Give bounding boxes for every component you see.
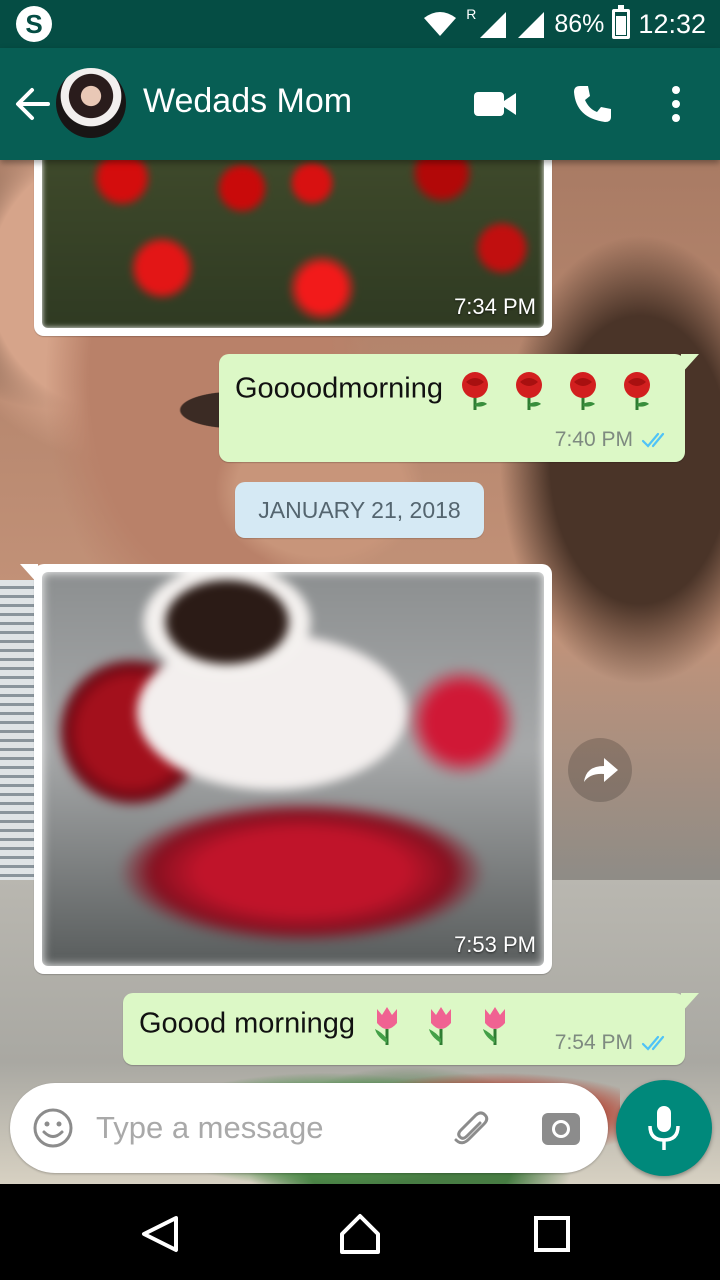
navigation-bar (0, 1184, 720, 1280)
message-text-row: Goood morningg (139, 1003, 517, 1047)
video-call-icon[interactable] (470, 84, 522, 124)
wifi-icon (424, 12, 457, 36)
outgoing-message[interactable]: Goooodmorning 7:40 PM (219, 354, 699, 462)
message-time: 7:54 PM (554, 1031, 633, 1054)
message-text: Goood morningg (139, 1007, 356, 1040)
forward-button[interactable] (568, 738, 632, 802)
tulip-emoji (483, 1007, 506, 1045)
forward-icon (584, 758, 618, 782)
emoji-icon[interactable] (32, 1107, 74, 1149)
coffee-and-roses-photo[interactable] (42, 572, 544, 966)
bubble-tail (681, 993, 699, 1013)
message-meta: 7:54 PM (555, 1031, 671, 1055)
message-text: Goooodmorning (235, 372, 443, 405)
tulip-emoji (375, 1007, 398, 1045)
battery-percent: 86% (554, 9, 605, 38)
message-time: 7:34 PM (454, 294, 536, 319)
nav-back-icon[interactable] (140, 1214, 180, 1254)
status-icons: R 86% 12:32 (422, 0, 706, 48)
signal-icon (480, 12, 507, 38)
message-input[interactable] (96, 1101, 426, 1155)
image-message[interactable]: 7:34 PM (34, 160, 552, 336)
bubble-tail (20, 564, 38, 584)
contact-name[interactable]: Wedads Mom (143, 82, 352, 121)
attach-icon[interactable] (450, 1107, 494, 1151)
voice-message-button[interactable] (616, 1080, 712, 1176)
message-time: 7:40 PM (554, 428, 633, 451)
rose-emoji (570, 372, 597, 410)
more-vert-icon[interactable] (660, 82, 692, 126)
chat-header: Wedads Mom (0, 48, 720, 160)
message-composer (10, 1083, 608, 1173)
rose-emoji (516, 372, 543, 410)
outgoing-message[interactable]: Goood morningg 7:54 PM (123, 993, 699, 1065)
camera-icon[interactable] (540, 1107, 582, 1149)
status-bar: S R 86% 12:32 (0, 0, 720, 48)
date-divider: JANUARY 21, 2018 (235, 482, 484, 538)
read-ticks-icon (641, 1035, 665, 1051)
bubble-tail (681, 354, 699, 374)
chat-area[interactable]: 7:34 PM Goooodmorning 7:40 PM JANUARY 21… (0, 160, 720, 1184)
message-time: 7:53 PM (454, 932, 536, 957)
skype-icon: S (16, 6, 52, 42)
tulip-emoji (429, 1007, 452, 1045)
message-meta: 7:40 PM (555, 428, 671, 452)
battery-icon (612, 5, 631, 39)
signal-icon-2 (518, 12, 545, 38)
clock: 12:32 (638, 8, 706, 39)
image-message[interactable]: 7:53 PM (20, 564, 552, 974)
rose-emoji (624, 372, 651, 410)
nav-home-icon[interactable] (338, 1212, 382, 1256)
message-text-row: Goooodmorning (235, 368, 659, 412)
read-ticks-icon (641, 432, 665, 448)
microphone-icon (648, 1106, 680, 1150)
back-arrow-icon[interactable] (12, 84, 52, 124)
nav-recents-icon[interactable] (534, 1216, 570, 1252)
roaming-indicator: R (466, 6, 477, 22)
rose-emoji (462, 372, 489, 410)
avatar[interactable] (56, 68, 126, 138)
phone-icon[interactable] (568, 80, 616, 128)
